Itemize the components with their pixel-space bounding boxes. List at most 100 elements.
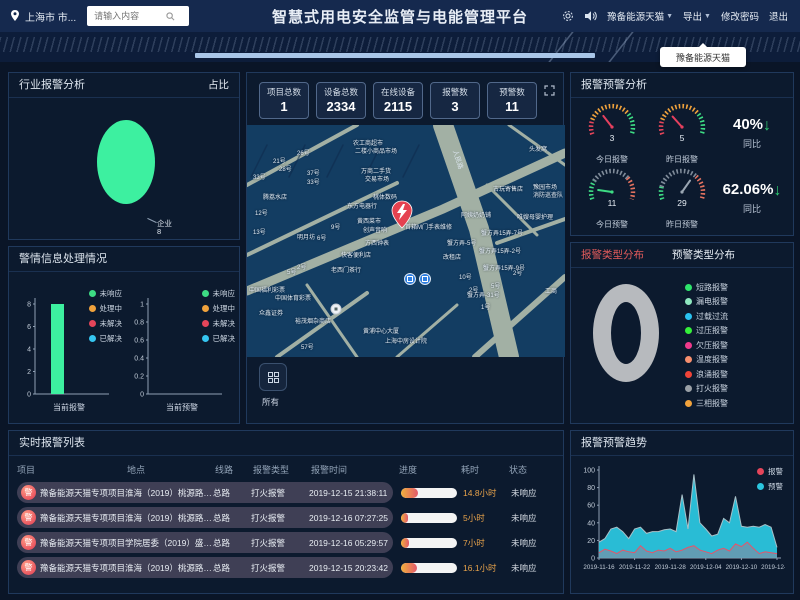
legend-item[interactable]: 处理中: [89, 303, 123, 314]
alarm-type-cell: 打火报警: [251, 487, 309, 499]
map-canvas[interactable]: 人民路: [247, 125, 565, 357]
legend-label: 欠压报警: [696, 340, 728, 351]
station-marker[interactable]: [420, 274, 431, 285]
gear-icon[interactable]: [562, 10, 574, 22]
svg-text:0.6: 0.6: [134, 338, 144, 345]
status-cell: 未响应: [511, 512, 547, 524]
legend-dot: [89, 335, 96, 342]
legend-item[interactable]: 过载过流: [685, 311, 728, 322]
legend-item[interactable]: 三相报警: [685, 398, 728, 409]
time-cell: 2019-12-15 21:38:11: [309, 488, 393, 498]
map-filter-all-label: 所有: [259, 396, 551, 408]
table-row[interactable]: 警豫备能源天猫专项项目淮海（2019）桃源路55弄4...总路打火报警2019-…: [17, 557, 555, 578]
legend-item[interactable]: 漏电报警: [685, 296, 728, 307]
tab-ratio[interactable]: 占比: [208, 73, 229, 97]
svg-text:2019-11-28: 2019-11-28: [655, 564, 687, 571]
legend-dot: [202, 335, 209, 342]
center-panel: 项目总数1设备总数2334在线设备2115报警数3预警数11 人民路 农工商超市…: [246, 72, 564, 424]
trend-title: 报警预警趋势: [581, 431, 647, 455]
header-right: 豫备能源天猫▼ 导出▼ 修改密码 退出: [562, 9, 800, 23]
station-marker[interactable]: [405, 274, 416, 285]
alarm-analysis-panel: 报警预警分析 3今日报警5昨日报警40%↓同比11今日预警29昨日预警62.06…: [570, 72, 794, 236]
legend-label: 未响应: [213, 288, 236, 299]
legend-item[interactable]: 未响应: [202, 288, 236, 299]
legend-label: 处理中: [213, 303, 236, 314]
legend-item[interactable]: 浪涌报警: [685, 369, 728, 380]
line-cell: 总路: [213, 537, 251, 549]
ratio-percent: 62.06%↓: [717, 181, 787, 200]
legend-item[interactable]: 已解决: [202, 333, 236, 344]
time-cell: 2019-12-15 20:23:42: [309, 563, 393, 573]
legend-item[interactable]: 未解决: [202, 318, 236, 329]
alarm-badge: 警: [21, 485, 36, 500]
legend-label: 已解决: [100, 333, 123, 344]
svg-text:当前报警: 当前报警: [53, 402, 85, 412]
alarm-badge: 警: [21, 510, 36, 525]
legend-item[interactable]: 处理中: [202, 303, 236, 314]
legend-item[interactable]: 报警: [757, 466, 783, 477]
svg-text:0: 0: [591, 556, 595, 563]
pie-label-value: 8: [157, 228, 172, 236]
trend-panel: 报警预警趋势 报警预警 0204060801002019-11-162019-1…: [570, 430, 794, 594]
chevron-down-icon: ▼: [666, 13, 673, 20]
progress-cell: [401, 538, 463, 548]
status-cell: 未响应: [511, 487, 547, 499]
progress-fill: [401, 488, 418, 498]
map[interactable]: 人民路 农工商超市二楼小商品市场万商二手货交易市场头发窝古玩寄售店豫园市场消防巡…: [247, 125, 565, 357]
stat-card-label: 设备总数: [317, 86, 365, 98]
table-row[interactable]: 警豫备能源天猫专项项目淮海（2019）桃源路41号 6...总路打火报警2019…: [17, 507, 555, 528]
speaker-icon[interactable]: [584, 10, 597, 22]
project-cell: 警豫备能源天猫专项项目: [17, 510, 125, 525]
map-filter-all-button[interactable]: [259, 363, 287, 391]
stat-card: 项目总数1: [259, 82, 309, 119]
tab-alarm-types[interactable]: 报警类型分布: [581, 243, 644, 267]
legend-item[interactable]: 短路报警: [685, 282, 728, 293]
ratio-value: 40%: [733, 116, 763, 133]
change-password-link[interactable]: 修改密码: [721, 9, 759, 23]
search-icon[interactable]: [166, 12, 175, 21]
svg-text:60: 60: [587, 503, 595, 510]
alarm-info-panel: 警情信息处理情况 02468当前报警未响应处理中未解决已解决00.20.40.6…: [8, 246, 240, 424]
location-selector[interactable]: 上海市 市...: [25, 9, 76, 24]
svg-text:2019-11-16: 2019-11-16: [583, 564, 615, 571]
logout-link[interactable]: 退出: [769, 9, 788, 23]
table-row[interactable]: 警豫备能源天猫专项项目学院居委（2019）盛家宅7...总路打火报警2019-1…: [17, 532, 555, 553]
donut-chart[interactable]: [593, 284, 659, 382]
export-dropdown[interactable]: 导出▼: [683, 9, 711, 23]
legend-label: 短路报警: [696, 282, 728, 293]
alarm-badge: 警: [21, 560, 36, 575]
stat-card-label: 预警数: [488, 86, 536, 98]
legend-item[interactable]: 欠压报警: [685, 340, 728, 351]
column-header: 地点: [127, 463, 215, 476]
svg-text:40: 40: [587, 520, 595, 527]
alarm-type-cell: 打火报警: [251, 537, 309, 549]
legend-item[interactable]: 未解决: [89, 318, 123, 329]
legend-item[interactable]: 预警: [757, 481, 783, 492]
column-header: 报警类型: [253, 463, 311, 476]
table-row[interactable]: 警豫备能源天猫专项项目淮海（2019）桃源路55号...总路打火报警2019-1…: [17, 482, 555, 503]
svg-text:2019-12-16: 2019-12-16: [761, 564, 785, 571]
account-tooltip: 豫备能源天猫: [660, 47, 746, 67]
gauge-label: 昨日报警: [647, 154, 717, 165]
legend-item[interactable]: 温度报警: [685, 354, 728, 365]
tab-warning-types[interactable]: 预警类型分布: [672, 243, 735, 267]
panel-title-bar: 实时报警列表: [9, 431, 563, 456]
legend-item[interactable]: 过压报警: [685, 325, 728, 336]
svg-text:2019-12-04: 2019-12-04: [690, 564, 722, 571]
legend-dot: [202, 320, 209, 327]
pie-slice[interactable]: [97, 120, 155, 204]
fullscreen-icon[interactable]: [544, 85, 555, 96]
row-main: 警豫备能源天猫专项项目淮海（2019）桃源路55弄4...总路打火报警2019-…: [17, 557, 393, 578]
legend-dot: [685, 298, 692, 305]
chevron-down-icon: ▼: [704, 13, 711, 20]
search-input[interactable]: [92, 10, 166, 22]
stat-card-label: 报警数: [431, 86, 479, 98]
poi-marker[interactable]: [331, 304, 341, 314]
project-name: 豫备能源天猫专项项目: [40, 537, 125, 549]
legend-item[interactable]: 未响应: [89, 288, 123, 299]
legend-item[interactable]: 已解决: [89, 333, 123, 344]
account-dropdown[interactable]: 豫备能源天猫▼: [607, 9, 673, 23]
panel-title-bar: 警情信息处理情况: [9, 247, 239, 272]
legend-item[interactable]: 打火报警: [685, 383, 728, 394]
legend-dot: [757, 468, 764, 475]
